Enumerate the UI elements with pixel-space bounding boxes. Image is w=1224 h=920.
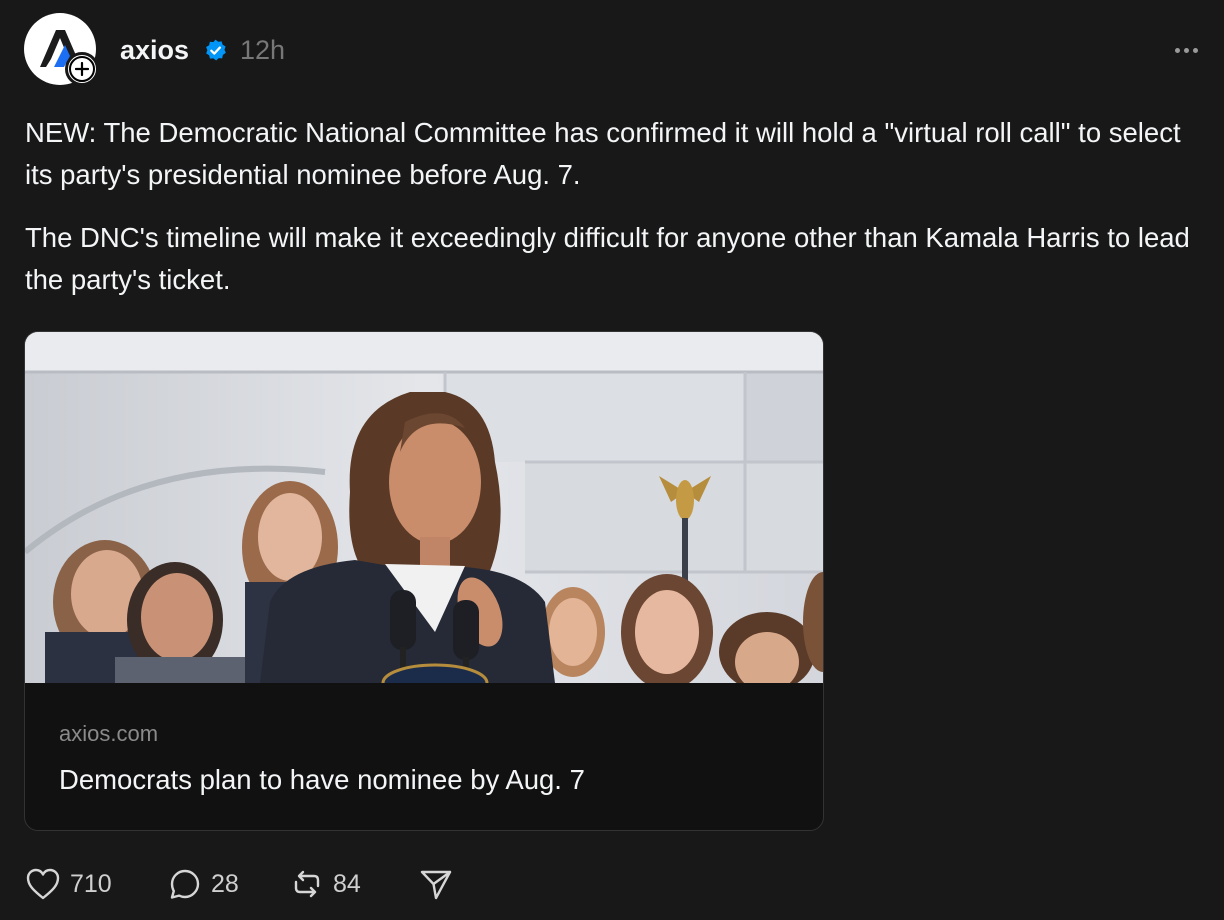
post-text-paragraph: NEW: The Democratic National Committee h… xyxy=(25,117,1181,190)
author-avatar-container[interactable] xyxy=(24,13,100,89)
more-dot xyxy=(1183,47,1189,53)
verified-badge-icon xyxy=(206,39,226,61)
post-timestamp: 12h xyxy=(240,35,286,65)
share-button[interactable] xyxy=(418,864,454,904)
repost-icon xyxy=(294,870,320,898)
author-username[interactable]: axios xyxy=(120,32,189,68)
send-icon xyxy=(420,870,452,900)
speech-bubble-icon xyxy=(170,869,200,899)
post-text-paragraph: The DNC's timeline will make it exceedin… xyxy=(25,222,1190,295)
like-button[interactable]: 710 xyxy=(25,864,112,904)
heart-icon xyxy=(26,868,60,900)
reply-button[interactable]: 28 xyxy=(168,864,239,904)
link-preview-card[interactable]: axios.com Democrats plan to have nominee… xyxy=(24,331,824,831)
plus-icon xyxy=(75,62,89,76)
like-count: 710 xyxy=(70,870,112,898)
reply-count: 28 xyxy=(211,870,239,898)
link-title: Democrats plan to have nominee by Aug. 7 xyxy=(59,764,585,795)
follow-button[interactable] xyxy=(65,52,99,86)
repost-button[interactable]: 84 xyxy=(290,864,361,904)
repost-count: 84 xyxy=(333,870,361,898)
more-options-button[interactable] xyxy=(1168,36,1204,64)
link-domain: axios.com xyxy=(59,721,159,746)
more-horizontal-icon xyxy=(1174,47,1180,53)
thread-post: axios 12h NEW: The Democratic National C… xyxy=(0,0,1224,920)
more-dot xyxy=(1192,47,1198,53)
link-preview-image xyxy=(25,332,823,683)
